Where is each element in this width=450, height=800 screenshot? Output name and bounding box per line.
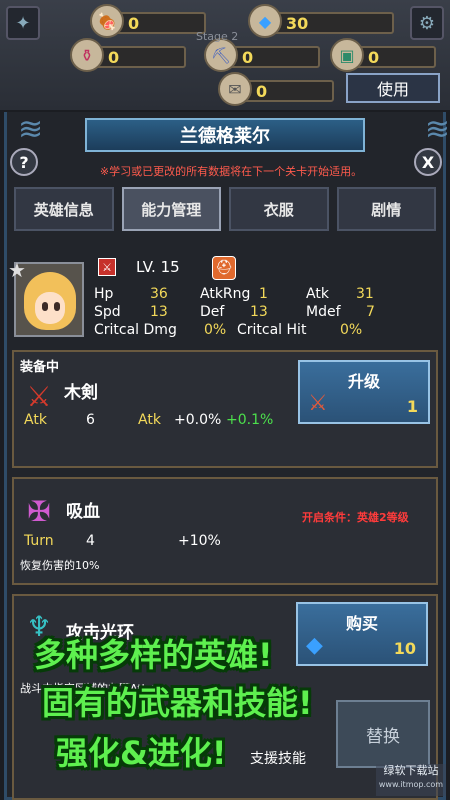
- stat-hp-value: 36: [150, 286, 168, 302]
- upgrade-button[interactable]: 升级 ⚔ 1: [298, 360, 430, 424]
- equipment-name: 木剣: [64, 383, 98, 403]
- equipped-label: 装备中: [20, 360, 60, 375]
- sword-class-icon: ⚔: [98, 258, 116, 276]
- stat-atk-value: 31: [356, 286, 374, 302]
- diamond-icon: ◆: [248, 4, 282, 38]
- buy-cost: 10: [393, 639, 416, 658]
- stat-mdef-value: 7: [366, 304, 375, 320]
- menu-icon[interactable]: ✦: [6, 6, 40, 40]
- resource-potion: 0 ⚱: [70, 38, 186, 72]
- lifesteal-skill-icon: ✠: [27, 494, 51, 528]
- stat-crithit-value: 0%: [340, 322, 363, 338]
- watermark-text: 绿软下载站: [383, 764, 439, 777]
- support-skill-label: 支援技能: [250, 751, 306, 767]
- right-wing-ornament: ≋: [424, 112, 450, 147]
- potion-icon: ⚱: [70, 38, 104, 72]
- gear-icon[interactable]: ⚙: [410, 6, 444, 40]
- upgrade-label: 升级: [347, 372, 380, 391]
- notice-text: ※学习或已更改的所有数据将在下一个关卡开始适用。: [99, 165, 363, 178]
- stat-mdef-label: Mdef: [306, 304, 341, 320]
- hero-level: LV. 15: [136, 258, 180, 276]
- tab-bar: 英雄信息 能力管理 衣服 剧情: [14, 187, 436, 231]
- promo-line-1: 多种多样的英雄!: [34, 636, 273, 674]
- scroll-icon: ✉: [218, 72, 252, 106]
- wood-sword-icon: ⚔: [308, 391, 328, 416]
- skill-name: 吸血: [66, 502, 100, 522]
- stat-crithit-label: Critcal Hit: [237, 322, 307, 338]
- stage-label: Stage 2: [196, 30, 239, 43]
- skill-turn-label: Turn: [24, 533, 54, 549]
- hero-avatar: [24, 272, 76, 330]
- equipment-stat-value: 6: [86, 412, 95, 428]
- resource-ore: 0 ⛏: [204, 38, 320, 72]
- stat-critdmg-label: Critcal Dmg: [94, 322, 177, 338]
- stat-atkrng-value: 1: [259, 286, 268, 302]
- close-button[interactable]: X: [414, 148, 442, 176]
- equipment-bonus-label: Atk: [138, 412, 161, 428]
- equipment-stat-label: Atk: [24, 412, 47, 428]
- promo-line-2: 固有的武器和技能!: [42, 684, 313, 722]
- tab-ability-management[interactable]: 能力管理: [121, 187, 221, 231]
- stat-atk-label: Atk: [306, 286, 329, 302]
- tab-story[interactable]: 剧情: [336, 187, 436, 231]
- buy-button[interactable]: 购买 ◆ 10: [296, 602, 428, 666]
- resource-scroll: 0 ✉: [218, 72, 334, 106]
- resource-chest: 0 ▣: [330, 38, 436, 72]
- resource-diamond: 30 ◆: [248, 4, 394, 38]
- equipment-bonus-base: +0.0%: [174, 412, 222, 428]
- stat-spd-label: Spd: [94, 304, 121, 320]
- unlock-requirement: 开启条件：英雄2等级: [302, 511, 409, 524]
- left-wing-ornament: ≋: [18, 112, 44, 147]
- skill-panel: ✠ 吸血 Turn 4 +10% 恢复伤害的10%: [12, 477, 438, 585]
- help-button[interactable]: ?: [10, 148, 38, 176]
- resource-meat: 0 🍖: [90, 4, 206, 38]
- meat-icon: 🍖: [90, 4, 124, 38]
- buy-label: 购买: [345, 614, 378, 633]
- tab-clothes[interactable]: 衣服: [229, 187, 329, 231]
- skill-effect: +10%: [178, 533, 221, 549]
- watermark: 绿软下载站 www.itmop.com: [376, 764, 446, 796]
- stat-critdmg-value: 0%: [204, 322, 227, 338]
- stat-def-label: Def: [200, 304, 225, 320]
- skill-description: 恢复伤害的10%: [20, 559, 100, 572]
- stat-spd-value: 13: [150, 304, 168, 320]
- ore-icon: ⛏: [204, 38, 238, 72]
- skill-turn-value: 4: [86, 533, 95, 549]
- upgrade-cost: 1: [406, 397, 418, 416]
- star-icon: ★: [8, 258, 26, 282]
- equipment-bonus-next: +0.1%: [226, 412, 274, 428]
- stat-hp-label: Hp: [94, 286, 114, 302]
- hero-name-title: 兰德格莱尔: [85, 118, 365, 152]
- equipment-panel: 装备中 ⚔ 木剣 Atk 6 Atk +0.0% +0.1% 升级 ⚔ 1: [12, 350, 438, 468]
- replace-button[interactable]: 替换: [336, 700, 430, 768]
- diamond-icon: ◆: [306, 633, 323, 658]
- promo-line-3: 强化&进化!: [56, 734, 227, 772]
- stat-def-value: 13: [250, 304, 268, 320]
- tab-hero-info[interactable]: 英雄信息: [14, 187, 114, 231]
- helmet-icon: ⛑: [212, 256, 236, 280]
- watermark-url: www.itmop.com: [378, 780, 444, 789]
- stat-atkrng-label: AtkRng: [200, 286, 251, 302]
- use-button[interactable]: 使用: [346, 73, 440, 103]
- resource-bar: ✦ ⚙ 0 🍖 30 ◆ 0 ⚱ 0 ⛏ 0 ▣ 0 ✉ 使用 Stage 2: [0, 0, 450, 110]
- chest-icon: ▣: [330, 38, 364, 72]
